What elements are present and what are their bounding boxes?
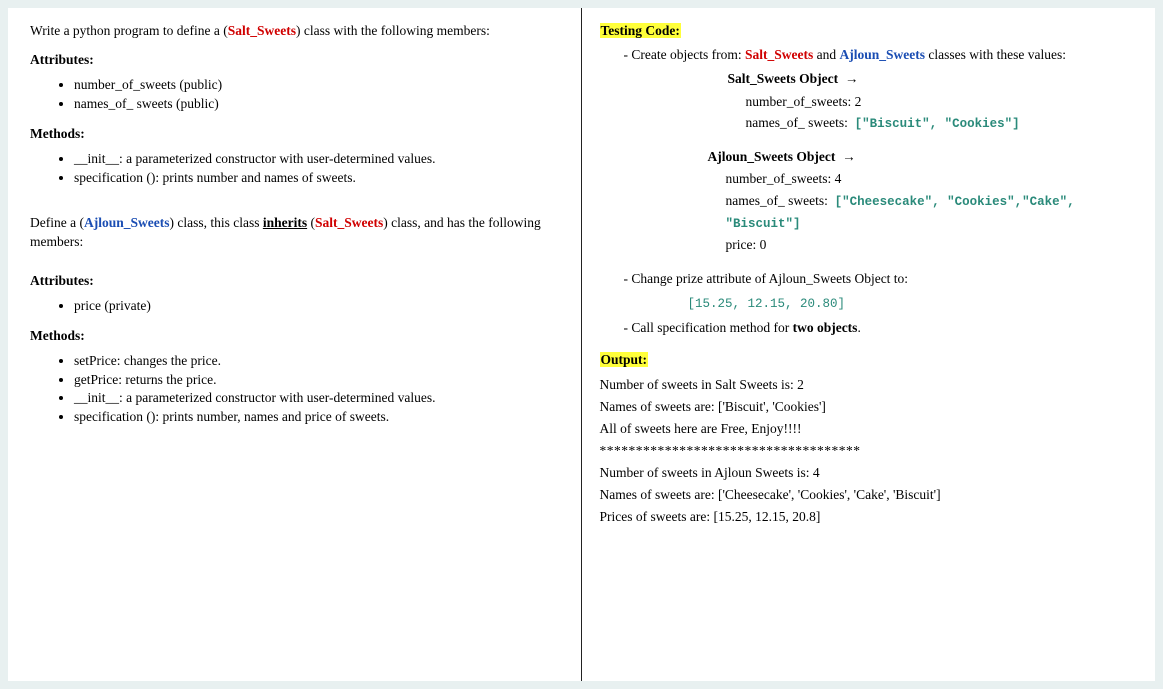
output-title: Output: bbox=[600, 352, 649, 367]
intro-paragraph: Write a python program to define a (Salt… bbox=[30, 22, 561, 40]
create-class-2: Ajloun_Sweets bbox=[839, 47, 925, 62]
define-inherits: inherits bbox=[263, 215, 307, 230]
list-item: __init__: a parameterized constructor wi… bbox=[74, 389, 561, 407]
methods-list-1: __init__: a parameterized constructor wi… bbox=[74, 150, 561, 186]
output-line: Number of sweets in Ajloun Sweets is: 4 bbox=[600, 463, 1136, 484]
change-text: Change prize attribute of Ajloun_Sweets … bbox=[631, 271, 908, 286]
attributes-title-2: Attributes: bbox=[30, 273, 561, 289]
change-value: [15.25, 12.15, 20.80] bbox=[688, 297, 846, 311]
attributes-list-1: number_of_sweets (public) names_of_ swee… bbox=[74, 76, 561, 112]
salt-object-title: Salt_Sweets Object bbox=[728, 71, 839, 86]
call-post: . bbox=[857, 320, 860, 335]
testing-code-label: Testing Code: bbox=[600, 23, 681, 38]
salt-num-label: number_of_sweets: bbox=[746, 94, 852, 109]
create-class-1: Salt_Sweets bbox=[745, 47, 813, 62]
define-class: Ajloun_Sweets bbox=[84, 215, 170, 230]
step-call: Call specification method for two object… bbox=[638, 319, 1136, 337]
output-line: All of sweets here are Free, Enjoy!!!! bbox=[600, 419, 1136, 440]
create-post: classes with these values: bbox=[925, 47, 1066, 62]
define-mid2: ( bbox=[307, 215, 315, 230]
methods-list-2: setPrice: changes the price. getPrice: r… bbox=[74, 352, 561, 425]
list-item: number_of_sweets (public) bbox=[74, 76, 561, 94]
ajl-names-label: names_of_ sweets: bbox=[726, 193, 828, 208]
list-item: setPrice: changes the price. bbox=[74, 352, 561, 370]
call-bold: two objects bbox=[793, 320, 858, 335]
output-title-wrap: Output: bbox=[600, 351, 1136, 369]
output-block: Number of sweets in Salt Sweets is: 2 Na… bbox=[600, 375, 1136, 527]
list-item: getPrice: returns the price. bbox=[74, 371, 561, 389]
ajl-names-line: names_of_ sweets: ["Cheesecake", "Cookie… bbox=[726, 190, 1136, 234]
list-item: names_of_ sweets (public) bbox=[74, 95, 561, 113]
salt-num-line: number_of_sweets: 2 bbox=[746, 91, 1136, 113]
intro-post: ) class with the following members: bbox=[296, 23, 490, 38]
ajl-num-label: number_of_sweets: bbox=[726, 171, 832, 186]
ajloun-object-block: Ajloun_Sweets Object → number_of_sweets:… bbox=[708, 148, 1136, 255]
output-line: Prices of sweets are: [15.25, 12.15, 20.… bbox=[600, 507, 1136, 528]
methods-title-1: Methods: bbox=[30, 126, 561, 142]
testing-steps: Create objects from: Salt_Sweets and Ajl… bbox=[638, 46, 1136, 337]
ajl-num-val: 4 bbox=[831, 171, 841, 186]
define-paragraph: Define a (Ajloun_Sweets) class, this cla… bbox=[30, 214, 561, 250]
create-pre: Create objects from: bbox=[631, 47, 745, 62]
list-item: specification (): prints number, names a… bbox=[74, 408, 561, 426]
document-page: Write a python program to define a (Salt… bbox=[8, 8, 1155, 681]
output-separator: ************************************ bbox=[600, 441, 1136, 462]
arrow-icon: → bbox=[845, 71, 859, 86]
ajl-num-line: number_of_sweets: 4 bbox=[726, 168, 1136, 190]
list-item: __init__: a parameterized constructor wi… bbox=[74, 150, 561, 168]
methods-title-2: Methods: bbox=[30, 328, 561, 344]
create-and: and bbox=[813, 47, 839, 62]
output-line: Number of sweets in Salt Sweets is: 2 bbox=[600, 375, 1136, 396]
salt-names-label: names_of_ sweets: bbox=[746, 115, 848, 130]
ajloun-object-title: Ajloun_Sweets Object bbox=[708, 149, 836, 164]
salt-object-header: Salt_Sweets Object → bbox=[728, 70, 1136, 88]
intro-class: Salt_Sweets bbox=[228, 23, 296, 38]
ajloun-object-header: Ajloun_Sweets Object → bbox=[708, 148, 1136, 166]
salt-num-val: 2 bbox=[851, 94, 861, 109]
output-line: Names of sweets are: ['Biscuit', 'Cookie… bbox=[600, 397, 1136, 418]
list-item: specification (): prints number and name… bbox=[74, 169, 561, 187]
ajl-price-val: 0 bbox=[756, 237, 766, 252]
attributes-list-2: price (private) bbox=[74, 297, 561, 315]
arrow-icon: → bbox=[842, 149, 856, 164]
output-line: Names of sweets are: ['Cheesecake', 'Coo… bbox=[600, 485, 1136, 506]
attributes-title-1: Attributes: bbox=[30, 52, 561, 68]
salt-object-block: Salt_Sweets Object → number_of_sweets: 2… bbox=[728, 70, 1136, 134]
ajl-price-line: price: 0 bbox=[726, 234, 1136, 256]
step-change: Change prize attribute of Ajloun_Sweets … bbox=[638, 270, 1136, 313]
salt-names-line: names_of_ sweets: ["Biscuit", "Cookies"] bbox=[746, 112, 1136, 134]
change-value-line: [15.25, 12.15, 20.80] bbox=[688, 294, 1136, 313]
salt-names-val: ["Biscuit", "Cookies"] bbox=[855, 117, 1020, 131]
define-pre: Define a ( bbox=[30, 215, 84, 230]
step-create: Create objects from: Salt_Sweets and Ajl… bbox=[638, 46, 1136, 255]
left-column: Write a python program to define a (Salt… bbox=[8, 8, 582, 681]
list-item: price (private) bbox=[74, 297, 561, 315]
testing-code-title: Testing Code: bbox=[600, 22, 1136, 40]
define-parent: Salt_Sweets bbox=[315, 215, 383, 230]
intro-pre: Write a python program to define a ( bbox=[30, 23, 228, 38]
call-pre: Call specification method for bbox=[631, 320, 792, 335]
define-mid1: ) class, this class bbox=[169, 215, 262, 230]
right-column: Testing Code: Create objects from: Salt_… bbox=[582, 8, 1156, 681]
ajl-price-label: price: bbox=[726, 237, 757, 252]
